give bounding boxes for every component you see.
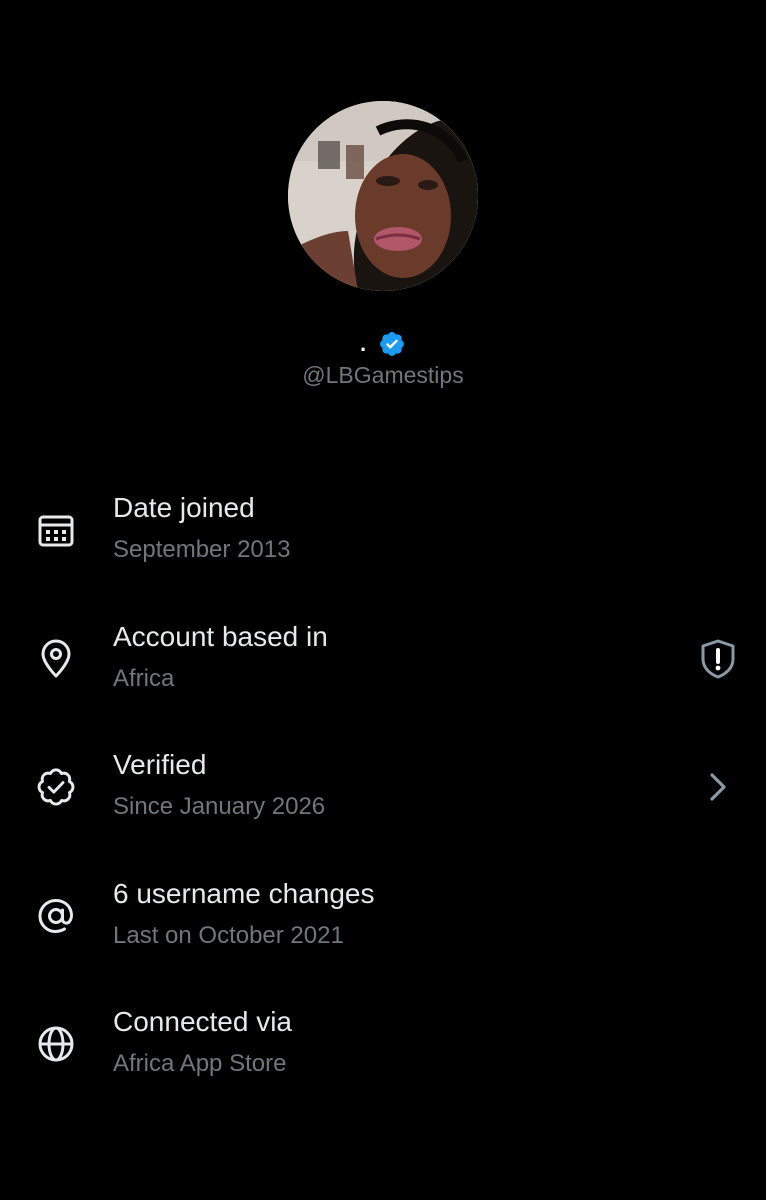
- globe-icon: [34, 1022, 78, 1066]
- calendar-icon: [34, 508, 78, 552]
- info-subtitle: Since January 2026: [113, 793, 326, 820]
- info-subtitle: Last on October 2021: [113, 921, 344, 949]
- info-title: 6 username changes: [113, 877, 375, 909]
- verified-badge-icon[interactable]: [378, 330, 406, 358]
- info-title: Date joined: [113, 492, 255, 523]
- at-sign-icon: [34, 894, 78, 938]
- avatar[interactable]: [288, 101, 478, 291]
- verified-check-icon: [34, 765, 78, 809]
- account-info-list: Date joined September 2013 Account based…: [0, 482, 766, 1125]
- chevron-right-icon[interactable]: [694, 763, 742, 811]
- info-row-date-joined: Date joined September 2013: [0, 482, 766, 611]
- info-title: Verified: [113, 749, 207, 780]
- info-title: Account based in: [113, 620, 328, 652]
- info-subtitle: Africa App Store: [113, 1050, 287, 1077]
- profile-handle: @LBGamestips: [302, 362, 464, 388]
- shield-alert-icon[interactable]: [694, 635, 742, 683]
- info-title: Connected via: [113, 1006, 293, 1037]
- info-subtitle: September 2013: [113, 536, 291, 563]
- info-subtitle: Africa: [113, 664, 175, 692]
- info-row-verified[interactable]: Verified Since January 2026: [0, 739, 766, 868]
- info-row-connected-via: Connected via Africa App Store: [0, 996, 766, 1125]
- info-row-username-changes: 6 username changes Last on October 2021: [0, 868, 766, 997]
- location-pin-icon: [34, 637, 78, 681]
- info-row-account-based-in[interactable]: Account based in Africa: [0, 611, 766, 740]
- display-name: .: [359, 331, 367, 356]
- profile-name-row: .: [0, 330, 766, 358]
